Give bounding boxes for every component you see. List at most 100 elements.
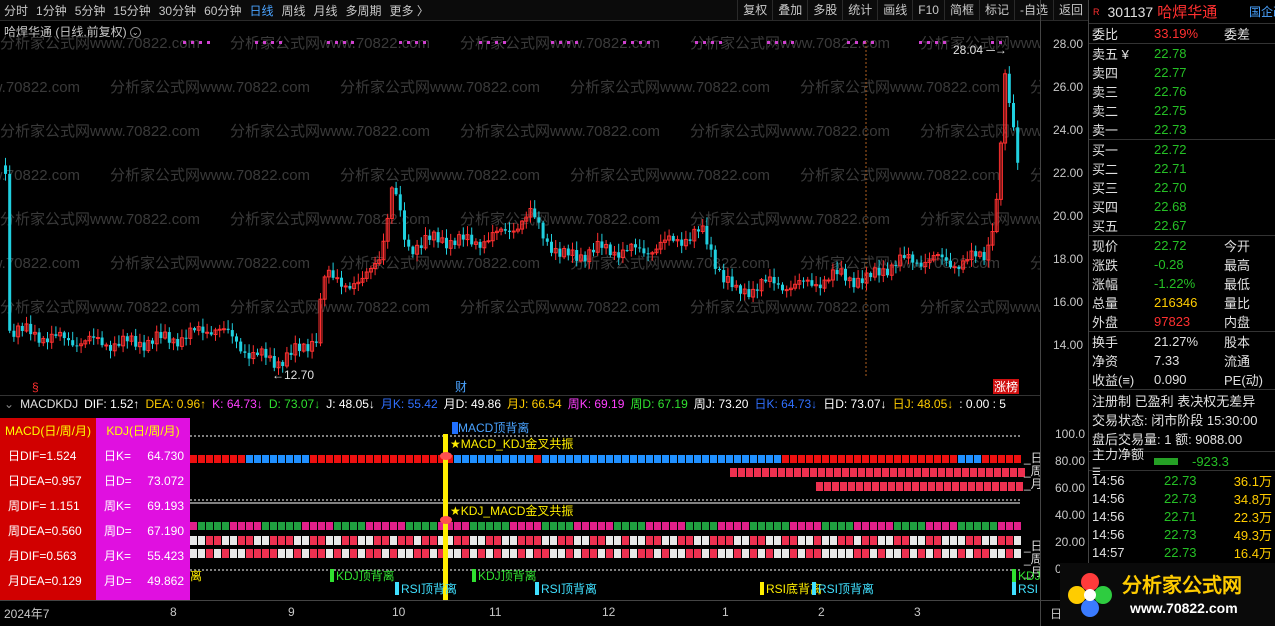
signal-segment <box>222 455 229 463</box>
candle-body <box>235 336 238 342</box>
signal-segment <box>214 549 221 558</box>
bid-row-3: 买四 22.68 <box>1089 197 1275 216</box>
collapse-icon[interactable]: ⌄ <box>4 397 14 411</box>
signal-segment <box>856 482 863 491</box>
period-tab-0[interactable]: 分时 <box>0 2 32 19</box>
signal-segment <box>422 522 429 530</box>
signal-segment <box>758 455 765 463</box>
period-tab-4[interactable]: 30分钟 <box>155 2 200 19</box>
signal-segment <box>894 455 901 463</box>
candle-body <box>826 279 831 282</box>
signal-segment <box>710 536 717 545</box>
signal-segment <box>206 536 213 545</box>
stat-row-1-label: 涨跌 <box>1092 258 1119 273</box>
candlestick-chart[interactable]: 分析家公式网www.70822.com 分析家公式网www.70822.com 分析… <box>0 36 1040 394</box>
candle-body <box>62 332 66 339</box>
period-tab-2[interactable]: 5分钟 <box>71 2 110 19</box>
candle-body <box>281 361 285 367</box>
signal-segment <box>358 522 365 530</box>
period-tab-10[interactable]: 更多 〉 <box>386 2 433 19</box>
signal-segment <box>262 536 269 545</box>
signal-segment <box>950 536 957 545</box>
trade-row[interactable]: 14:57 22.73 16.4万 <box>1089 543 1275 561</box>
period-tab-5[interactable]: 60分钟 <box>200 2 245 19</box>
concept-tag[interactable]: 国企改 <box>1249 3 1275 20</box>
signal-segment <box>958 522 965 530</box>
tool-button-5[interactable]: F10 <box>912 0 944 21</box>
period-tab-7[interactable]: 周线 <box>277 2 309 19</box>
quote-panel: R 301137 哈焊华通 国企改 委比 33.19% 委差 卖五 ¥ 22.78… <box>1088 0 1275 626</box>
indicator-value-0: DIF: 1.52↑ <box>84 397 140 411</box>
signal-segment <box>350 536 357 545</box>
signal-segment <box>710 522 717 530</box>
signal-segment <box>1006 549 1013 558</box>
watermark-text: 分析家公式网www.70822.com <box>340 79 540 96</box>
signal-segment <box>478 536 485 545</box>
kdj-row-4: 月K= 55.423 <box>96 544 190 569</box>
marker-dot <box>639 41 642 44</box>
kdj-value-0: 64.730 <box>147 449 184 463</box>
kdj-row-3: 周D= 67.190 <box>96 519 190 544</box>
signal-segment <box>342 536 349 545</box>
divergence-marker <box>472 569 476 582</box>
period-tab-9[interactable]: 多周期 <box>342 2 386 19</box>
signal-segment <box>814 522 821 530</box>
price-axis: 28.00 26.00 24.00 22.00 20.00 18.00 16.00 14.00… <box>1040 0 1088 626</box>
trade-row[interactable]: 14:56 22.73 34.8万 <box>1089 489 1275 507</box>
signal-segment <box>334 455 341 463</box>
flag-zhangbang[interactable]: 涨榜 <box>994 379 1018 394</box>
weibi-label: 委比 <box>1092 27 1119 42</box>
signal-segment <box>842 468 849 477</box>
stat-row-3-extra: 量比 <box>1224 296 1251 311</box>
signal-segment <box>886 455 893 463</box>
trade-row[interactable]: 14:56 22.73 49.3万 <box>1089 525 1275 543</box>
stat-row-3-value: 216346 <box>1154 295 1198 310</box>
tool-button-2[interactable]: 多股 <box>807 0 842 21</box>
weibi-value: 33.19% <box>1154 26 1199 41</box>
tool-button-7[interactable]: 标记 <box>978 0 1014 21</box>
stock-name: 哈焊华通 <box>1157 4 1218 21</box>
signal-segment <box>774 549 781 558</box>
signal-segment <box>654 522 661 530</box>
trade-list[interactable]: 14:56 22.73 36.1万 14:56 22.73 34.8万 14:56 22.71… <box>1089 470 1275 561</box>
signal-segment <box>614 455 621 463</box>
ask-row-3-label: 卖二 <box>1092 104 1119 119</box>
divergence-marker <box>760 582 764 595</box>
tool-button-1[interactable]: 叠加 <box>772 0 807 21</box>
tool-button-4[interactable]: 画线 <box>877 0 912 21</box>
marker-dot <box>351 41 354 44</box>
signal-segment <box>422 455 429 463</box>
trade-row[interactable]: 14:56 22.73 36.1万 <box>1089 471 1275 489</box>
signal-segment <box>582 522 589 530</box>
flag-s[interactable]: § <box>32 380 39 394</box>
tool-button-6[interactable]: 简框 <box>943 0 979 21</box>
kdj-value-5: 49.862 <box>147 574 184 588</box>
signal-segment <box>318 549 325 558</box>
watermark-text: 分析家公式网www.70822.com <box>110 79 310 96</box>
signal-segment <box>774 455 781 463</box>
bid-row-3-label: 买四 <box>1092 200 1119 215</box>
candle-body <box>949 260 952 268</box>
signal-segment <box>238 536 245 545</box>
stat-row-1: 涨跌 -0.28 最高 <box>1089 255 1275 274</box>
macd-row-4: 月DIF=0.563 <box>8 549 77 563</box>
signal-chart[interactable]: MACD顶背离★MACD_KDJ金叉共振★KDJ_MACD金叉共振_日_日_周_… <box>190 418 1040 600</box>
tool-button-0[interactable]: 复权 <box>737 0 772 21</box>
indicator-name[interactable]: MACDKDJ <box>20 397 78 411</box>
period-tab-6[interactable]: 日线 <box>245 2 277 19</box>
candle-body <box>894 265 898 267</box>
period-tab-3[interactable]: 15分钟 <box>109 2 154 19</box>
signal-segment <box>1014 522 1021 530</box>
candle-body <box>394 187 398 195</box>
signal-segment <box>254 522 261 530</box>
tool-button-3[interactable]: 统计 <box>842 0 877 21</box>
kdj-header: KDJ(日/周/月) <box>106 424 180 438</box>
period-tab-1[interactable]: 1分钟 <box>32 2 71 19</box>
signal-segment <box>206 455 213 463</box>
flag-cai[interactable]: 财 <box>455 380 467 394</box>
period-tab-8[interactable]: 月线 <box>310 2 342 19</box>
trade-row[interactable]: 14:56 22.71 22.3万 <box>1089 507 1275 525</box>
signal-segment <box>326 522 333 530</box>
signal-segment <box>398 549 405 558</box>
signal-segment <box>294 455 301 463</box>
